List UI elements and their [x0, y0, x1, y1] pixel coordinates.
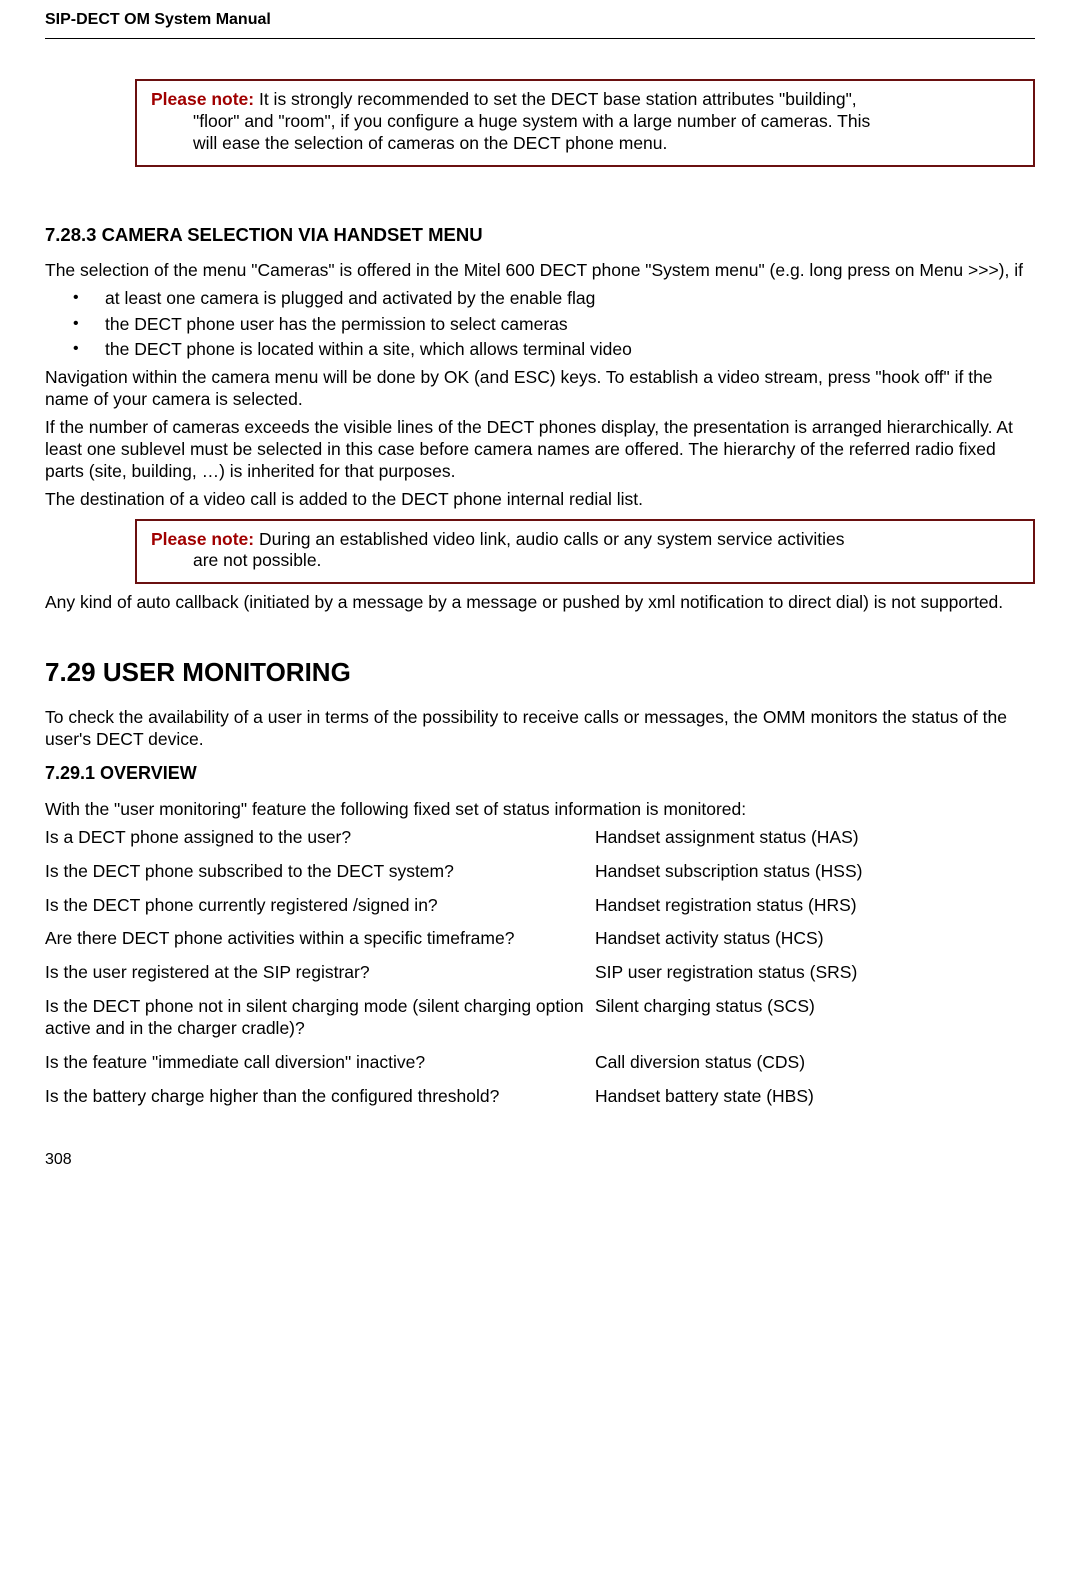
- note-text: During an established video link, audio …: [254, 529, 844, 549]
- status-row: Is the user registered at the SIP regist…: [45, 962, 1035, 984]
- paragraph: Navigation within the camera menu will b…: [45, 367, 1035, 411]
- status-question: Is the feature "immediate call diversion…: [45, 1052, 595, 1074]
- note-text: are not possible.: [151, 550, 1019, 572]
- heading-7-28-3: 7.28.3 CAMERA SELECTION VIA HANDSET MENU: [45, 223, 1035, 246]
- bullet-list: at least one camera is plugged and activ…: [73, 288, 1035, 362]
- note-box-2: Please note: During an established video…: [135, 519, 1035, 585]
- status-question: Is the battery charge higher than the co…: [45, 1086, 595, 1108]
- status-answer: Handset activity status (HCS): [595, 928, 1035, 950]
- status-question: Is the DECT phone subscribed to the DECT…: [45, 861, 595, 883]
- status-row: Is a DECT phone assigned to the user?Han…: [45, 827, 1035, 849]
- paragraph: The destination of a video call is added…: [45, 489, 1035, 511]
- list-item: the DECT phone is located within a site,…: [73, 339, 1035, 361]
- status-answer: Handset subscription status (HSS): [595, 861, 1035, 883]
- note-text: "floor" and "room", if you configure a h…: [151, 111, 1019, 133]
- status-answer: Silent charging status (SCS): [595, 996, 1035, 1040]
- status-row: Is the DECT phone currently registered /…: [45, 895, 1035, 917]
- list-item: at least one camera is plugged and activ…: [73, 288, 1035, 310]
- status-question: Is the DECT phone currently registered /…: [45, 895, 595, 917]
- list-item: the DECT phone user has the permission t…: [73, 314, 1035, 336]
- paragraph: Any kind of auto callback (initiated by …: [45, 592, 1035, 614]
- heading-7-29-1: 7.29.1 OVERVIEW: [45, 762, 1035, 785]
- paragraph: The selection of the menu "Cameras" is o…: [45, 260, 1035, 282]
- note-text: will ease the selection of cameras on th…: [151, 133, 1019, 155]
- header-rule: [45, 38, 1035, 39]
- heading-7-29: 7.29 USER MONITORING: [45, 656, 1035, 689]
- status-table: Is a DECT phone assigned to the user?Han…: [45, 827, 1035, 1108]
- page-number: 308: [45, 1120, 1035, 1170]
- status-answer: Handset assignment status (HAS): [595, 827, 1035, 849]
- status-answer: Handset registration status (HRS): [595, 895, 1035, 917]
- status-question: Is a DECT phone assigned to the user?: [45, 827, 595, 849]
- status-row: Is the DECT phone not in silent charging…: [45, 996, 1035, 1040]
- status-answer: Call diversion status (CDS): [595, 1052, 1035, 1074]
- paragraph: If the number of cameras exceeds the vis…: [45, 417, 1035, 483]
- note-lead: Please note:: [151, 529, 254, 549]
- note-box-1: Please note: It is strongly recommended …: [135, 79, 1035, 167]
- status-answer: Handset battery state (HBS): [595, 1086, 1035, 1108]
- status-question: Is the user registered at the SIP regist…: [45, 962, 595, 984]
- status-row: Is the DECT phone subscribed to the DECT…: [45, 861, 1035, 883]
- status-answer: SIP user registration status (SRS): [595, 962, 1035, 984]
- note-text: It is strongly recommended to set the DE…: [254, 89, 857, 109]
- status-row: Are there DECT phone activities within a…: [45, 928, 1035, 950]
- running-header: SIP-DECT OM System Manual: [45, 0, 1035, 38]
- status-question: Are there DECT phone activities within a…: [45, 928, 595, 950]
- status-row: Is the feature "immediate call diversion…: [45, 1052, 1035, 1074]
- status-row: Is the battery charge higher than the co…: [45, 1086, 1035, 1108]
- paragraph: With the "user monitoring" feature the f…: [45, 799, 1035, 821]
- status-question: Is the DECT phone not in silent charging…: [45, 996, 595, 1040]
- paragraph: To check the availability of a user in t…: [45, 707, 1035, 751]
- note-lead: Please note:: [151, 89, 254, 109]
